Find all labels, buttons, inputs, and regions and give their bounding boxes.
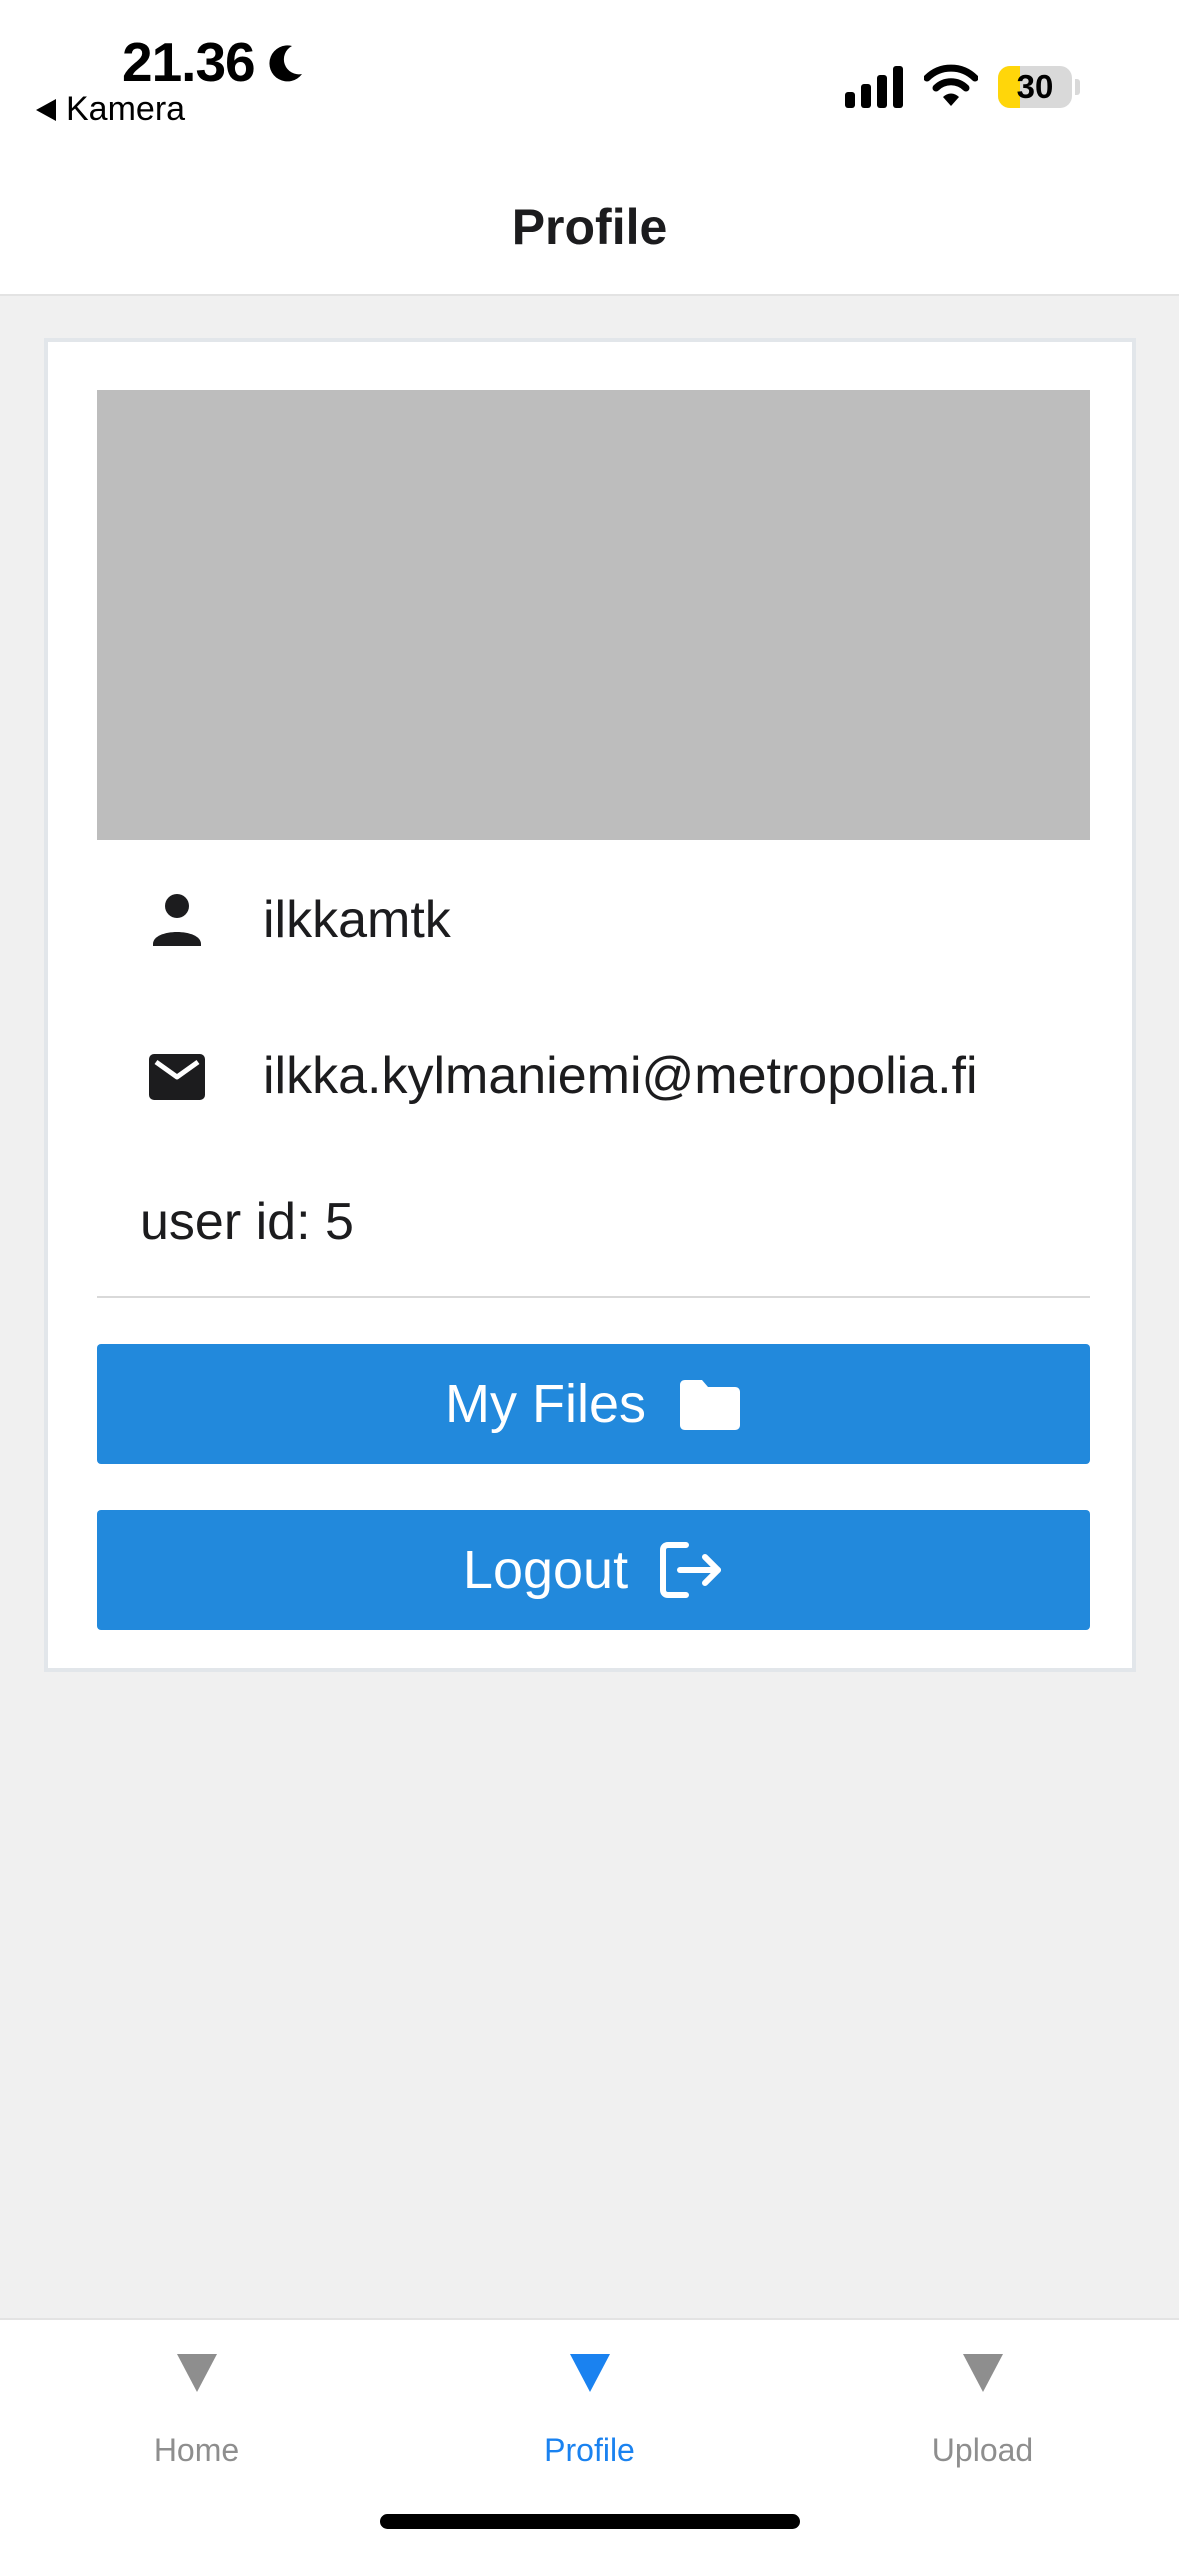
email-row: ilkka.kylmaniemi@metropolia.fi	[97, 1016, 1090, 1136]
home-indicator[interactable]	[380, 2514, 800, 2529]
username-row: ilkkamtk	[97, 860, 1090, 980]
battery-body: 30	[998, 66, 1072, 108]
upload-tab-triangle-icon	[963, 2354, 1003, 2392]
divider	[97, 1296, 1090, 1298]
email-text: ilkka.kylmaniemi@metropolia.fi	[263, 1047, 978, 1105]
profile-card: ilkkamtk ilkka.kylmaniemi@metropolia.fi …	[44, 338, 1136, 1672]
page-title: Profile	[511, 199, 668, 255]
back-to-app-link[interactable]: Kamera	[36, 90, 185, 129]
battery-level-text: 30	[1016, 68, 1054, 105]
battery-cap	[1075, 79, 1080, 95]
logout-label: Logout	[462, 1540, 629, 1600]
moon-icon	[269, 45, 302, 82]
user-id-text: user id: 5	[140, 1193, 354, 1251]
mail-icon	[149, 1054, 205, 1100]
tab-profile[interactable]: Profile	[393, 2320, 786, 2500]
battery-icon: 30	[998, 66, 1080, 108]
back-triangle-icon	[36, 98, 56, 121]
my-files-button[interactable]: My Files	[97, 1344, 1090, 1464]
my-files-label: My Files	[445, 1374, 646, 1434]
profile-tab-triangle-icon	[570, 2354, 610, 2392]
status-bar: 21.36 Kamera 30	[0, 0, 1179, 170]
status-time: 21.36	[122, 31, 256, 93]
tab-home-label: Home	[153, 2432, 240, 2468]
tab-upload[interactable]: Upload	[786, 2320, 1179, 2500]
logout-icon	[660, 1542, 722, 1598]
tab-home[interactable]: Home	[0, 2320, 393, 2500]
tab-upload-label: Upload	[931, 2432, 1034, 2468]
avatar-placeholder	[97, 390, 1090, 840]
wifi-icon	[924, 64, 978, 106]
person-icon	[153, 894, 201, 946]
username-text: ilkkamtk	[263, 891, 451, 949]
navigation-header: Profile	[0, 170, 1179, 296]
logout-button[interactable]: Logout	[97, 1510, 1090, 1630]
back-link-label: Kamera	[66, 90, 186, 128]
tab-profile-label: Profile	[544, 2432, 635, 2468]
signal-icon	[845, 66, 903, 108]
folder-icon	[680, 1380, 740, 1430]
home-tab-triangle-icon	[177, 2354, 217, 2392]
